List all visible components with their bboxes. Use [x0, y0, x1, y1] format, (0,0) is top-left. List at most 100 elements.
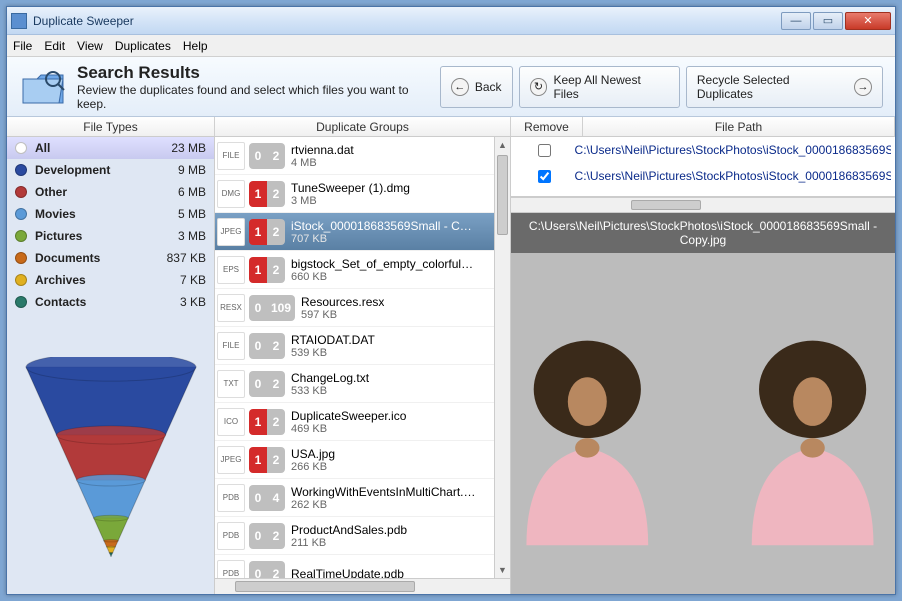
file-type-label: Other: [35, 185, 178, 199]
group-filesize: 211 KB: [291, 537, 407, 549]
color-dot-icon: [15, 230, 27, 242]
file-type-row[interactable]: Pictures 3 MB: [7, 225, 214, 247]
group-filesize: 539 KB: [291, 347, 375, 359]
file-type-row[interactable]: Documents 837 KB: [7, 247, 214, 269]
page-title: Search Results: [77, 63, 440, 83]
menu-view[interactable]: View: [77, 39, 103, 53]
file-type-size: 3 MB: [178, 229, 206, 243]
horizontal-scrollbar[interactable]: [511, 197, 895, 213]
color-dot-icon: [15, 274, 27, 286]
file-type-icon: TXT: [217, 370, 245, 398]
group-filename: rtvienna.dat: [291, 143, 354, 157]
count-badge: 0 109: [249, 295, 295, 321]
funnel-segment: [93, 518, 127, 541]
menu-file[interactable]: File: [13, 39, 32, 53]
duplicate-groups-pane: FILE 0 2 rtvienna.dat 4 MB DMG 1 2 TuneS…: [215, 137, 511, 594]
file-type-row[interactable]: Other 6 MB: [7, 181, 214, 203]
scroll-thumb[interactable]: [497, 155, 508, 235]
back-button[interactable]: ← Back: [440, 66, 513, 108]
arrow-right-icon: →: [854, 78, 872, 96]
duplicate-group-row[interactable]: PDB 0 4 WorkingWithEventsInMultiChart.pd…: [215, 479, 510, 517]
app-window: Duplicate Sweeper — ▭ ✕ File Edit View D…: [6, 6, 896, 595]
color-dot-icon: [15, 186, 27, 198]
file-path-list: C:\Users\Neil\Pictures\StockPhotos\iStoc…: [511, 137, 895, 197]
color-dot-icon: [15, 252, 27, 264]
count-badge: 0 2: [249, 143, 285, 169]
duplicate-group-row[interactable]: PDB 0 2 RealTimeUpdate.pdb: [215, 555, 510, 578]
recycle-button[interactable]: Recycle Selected Duplicates →: [686, 66, 883, 108]
duplicate-group-row[interactable]: TXT 0 2 ChangeLog.txt 533 KB: [215, 365, 510, 403]
column-remove[interactable]: Remove: [511, 117, 583, 136]
duplicate-group-row[interactable]: JPEG 1 2 iStock_000018683569Small - Copy…: [215, 213, 510, 251]
file-path-row[interactable]: C:\Users\Neil\Pictures\StockPhotos\iStoc…: [511, 137, 895, 163]
remove-checkbox[interactable]: [538, 144, 551, 157]
group-filename: ProductAndSales.pdb: [291, 523, 407, 537]
file-type-icon: PDB: [217, 484, 245, 512]
maximize-button[interactable]: ▭: [813, 12, 843, 30]
scroll-down-icon[interactable]: ▼: [495, 562, 510, 578]
preview-image: [511, 253, 895, 594]
funnel-chart: [7, 313, 214, 594]
duplicate-group-row[interactable]: RESX 0 109 Resources.resx 597 KB: [215, 289, 510, 327]
group-filesize: 262 KB: [291, 499, 477, 511]
remove-checkbox[interactable]: [538, 170, 551, 183]
file-type-label: Movies: [35, 207, 178, 221]
group-filesize: 707 KB: [291, 233, 477, 245]
color-dot-icon: [15, 142, 27, 154]
file-type-row[interactable]: Movies 5 MB: [7, 203, 214, 225]
file-type-icon: DMG: [217, 180, 245, 208]
refresh-icon: ↻: [530, 78, 548, 96]
file-path-pane: C:\Users\Neil\Pictures\StockPhotos\iStoc…: [511, 137, 895, 594]
scroll-thumb[interactable]: [631, 200, 701, 210]
file-type-label: Pictures: [35, 229, 178, 243]
group-filename: iStock_000018683569Small - Copy.jpg: [291, 219, 477, 233]
group-filename: RealTimeUpdate.pdb: [291, 567, 404, 579]
folder-search-icon: [19, 65, 67, 109]
duplicate-group-row[interactable]: EPS 1 2 bigstock_Set_of_empty_colorful_t…: [215, 251, 510, 289]
group-filename: TuneSweeper (1).dmg: [291, 181, 410, 195]
menu-duplicates[interactable]: Duplicates: [115, 39, 171, 53]
vertical-scrollbar[interactable]: ▲ ▼: [494, 137, 510, 578]
file-type-icon: JPEG: [217, 446, 245, 474]
duplicate-group-row[interactable]: JPEG 1 2 USA.jpg 266 KB: [215, 441, 510, 479]
file-type-icon: PDB: [217, 522, 245, 550]
horizontal-scrollbar[interactable]: [215, 578, 510, 594]
arrow-left-icon: ←: [451, 78, 469, 96]
file-type-label: All: [35, 141, 171, 155]
file-type-row[interactable]: Archives 7 KB: [7, 269, 214, 291]
file-type-size: 7 KB: [180, 273, 206, 287]
close-button[interactable]: ✕: [845, 12, 891, 30]
duplicate-group-row[interactable]: PDB 0 2 ProductAndSales.pdb 211 KB: [215, 517, 510, 555]
keep-newest-button[interactable]: ↻ Keep All Newest Files: [519, 66, 680, 108]
file-type-row[interactable]: Contacts 3 KB: [7, 291, 214, 313]
minimize-button[interactable]: —: [781, 12, 811, 30]
group-filesize: 266 KB: [291, 461, 335, 473]
file-type-row[interactable]: All 23 MB: [7, 137, 214, 159]
duplicate-group-row[interactable]: FILE 0 2 RTAIODAT.DAT 539 KB: [215, 327, 510, 365]
column-duplicate-groups[interactable]: Duplicate Groups: [215, 117, 511, 136]
column-file-path[interactable]: File Path: [583, 117, 895, 136]
column-file-types[interactable]: File Types: [7, 117, 215, 136]
file-type-row[interactable]: Development 9 MB: [7, 159, 214, 181]
menu-help[interactable]: Help: [183, 39, 208, 53]
keep-newest-label: Keep All Newest Files: [553, 73, 668, 101]
scroll-thumb[interactable]: [235, 581, 415, 592]
duplicate-group-row[interactable]: FILE 0 2 rtvienna.dat 4 MB: [215, 137, 510, 175]
file-type-icon: FILE: [217, 142, 245, 170]
group-filesize: 597 KB: [301, 309, 384, 321]
titlebar[interactable]: Duplicate Sweeper — ▭ ✕: [7, 7, 895, 35]
count-badge: 0 2: [249, 333, 285, 359]
count-badge: 0 2: [249, 523, 285, 549]
color-dot-icon: [15, 208, 27, 220]
count-badge: 1 2: [249, 181, 285, 207]
file-path-row[interactable]: C:\Users\Neil\Pictures\StockPhotos\iStoc…: [511, 163, 895, 189]
duplicate-group-row[interactable]: ICO 1 2 DuplicateSweeper.ico 469 KB: [215, 403, 510, 441]
count-badge: 1 2: [249, 409, 285, 435]
duplicate-group-row[interactable]: DMG 1 2 TuneSweeper (1).dmg 3 MB: [215, 175, 510, 213]
count-badge: 1 2: [249, 447, 285, 473]
scroll-up-icon[interactable]: ▲: [495, 137, 510, 153]
file-type-size: 23 MB: [171, 141, 206, 155]
menu-edit[interactable]: Edit: [44, 39, 65, 53]
file-type-icon: RESX: [217, 294, 245, 322]
file-type-icon: FILE: [217, 332, 245, 360]
